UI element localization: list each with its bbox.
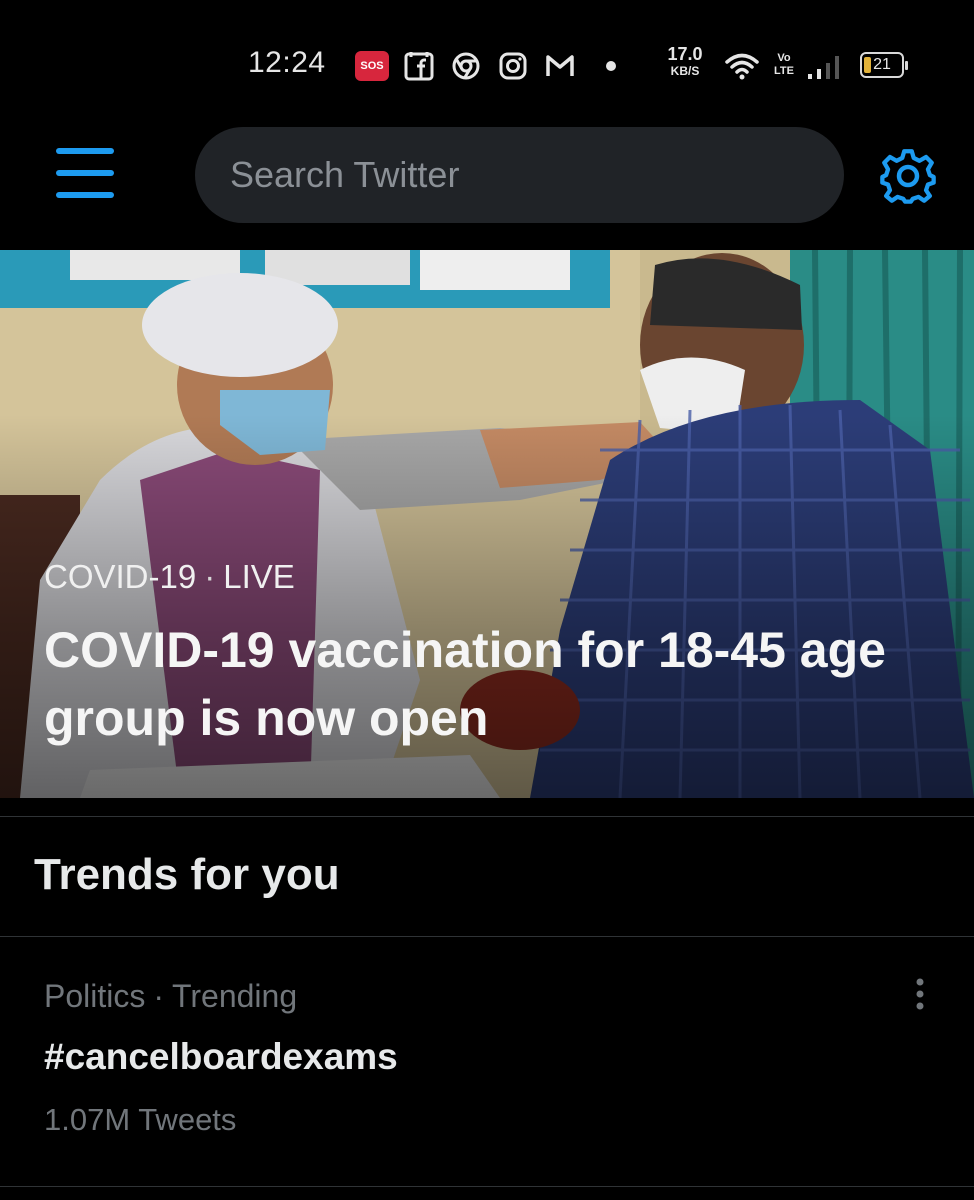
volte-icon: Vo LTE bbox=[772, 52, 796, 78]
trend-item[interactable]: Politics · Trending #cancelboardexams 1.07… bbox=[0, 940, 974, 1185]
trend-tweet-count: 1.07M Tweets bbox=[44, 1102, 237, 1137]
wifi-icon bbox=[722, 50, 762, 82]
sos-icon: SOS bbox=[355, 51, 389, 81]
status-bar: 12:24 SOS 17.0 KB/S Vo LTE 21 bbox=[0, 0, 974, 120]
trend-separator: · bbox=[153, 978, 165, 1014]
chrome-icon bbox=[450, 50, 482, 82]
battery-icon: 21 bbox=[860, 52, 908, 78]
gmail-icon bbox=[544, 50, 576, 82]
trend-status: Trending bbox=[172, 978, 298, 1014]
hero-category: COVID-19 bbox=[44, 558, 197, 595]
volte-bottom: LTE bbox=[774, 65, 794, 77]
status-time: 12:24 bbox=[248, 46, 326, 79]
search-bar[interactable] bbox=[195, 127, 844, 223]
gear-icon[interactable] bbox=[878, 146, 938, 206]
volte-top: Vo bbox=[777, 52, 791, 64]
search-input[interactable] bbox=[228, 153, 792, 197]
hamburger-menu-icon[interactable] bbox=[56, 148, 116, 200]
facebook-icon bbox=[402, 50, 436, 82]
divider bbox=[0, 936, 974, 937]
trends-heading: Trends for you bbox=[34, 850, 340, 899]
hero-meta: COVID-19 · LIVE bbox=[44, 558, 295, 596]
network-speed: 17.0 KB/S bbox=[660, 44, 710, 80]
divider bbox=[0, 816, 974, 817]
battery-level: 21 bbox=[873, 56, 891, 73]
hero-separator: · bbox=[204, 558, 216, 595]
hero-title[interactable]: COVID-19 vaccination for 18-45 age group… bbox=[44, 616, 944, 752]
instagram-icon bbox=[497, 50, 529, 82]
hero-live-label: LIVE bbox=[223, 558, 295, 595]
more-options-icon[interactable] bbox=[906, 976, 934, 1016]
divider bbox=[0, 1186, 974, 1187]
trend-category: Politics bbox=[44, 978, 146, 1014]
network-speed-unit: KB/S bbox=[670, 64, 700, 78]
trend-name: #cancelboardexams bbox=[44, 1036, 398, 1077]
trend-meta: Politics · Trending bbox=[44, 978, 297, 1015]
signal-icon bbox=[805, 50, 845, 82]
dot-icon bbox=[603, 50, 619, 82]
network-speed-value: 17.0 bbox=[667, 44, 703, 64]
